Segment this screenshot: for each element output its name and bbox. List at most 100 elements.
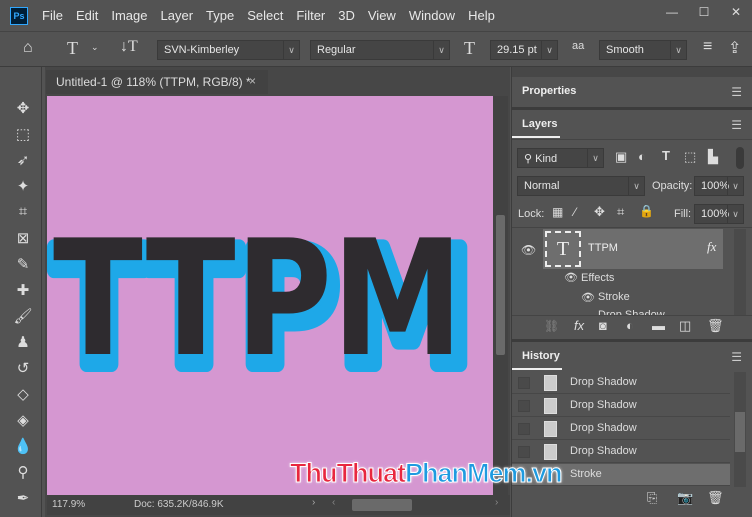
minimize-button[interactable]: — [656, 0, 688, 24]
properties-menu-icon[interactable]: ☰ [731, 85, 742, 99]
home-icon[interactable]: ⌂ [23, 39, 33, 57]
marquee-tool-icon[interactable]: ⬚ [13, 125, 33, 145]
status-menu-arrow-icon[interactable]: › [312, 497, 315, 508]
move-tool-icon[interactable]: ✥ [13, 99, 33, 119]
layer-effects-badge[interactable]: fx [707, 239, 716, 255]
link-layers-icon[interactable]: ⛓ [544, 319, 559, 333]
font-family-select[interactable]: SVN-Kimberley ∨ [157, 40, 300, 60]
menu-help[interactable]: Help [468, 8, 495, 23]
delete-state-icon[interactable]: 🗑 [707, 490, 724, 506]
horizontal-scroll-thumb[interactable] [352, 499, 412, 511]
effects-eye-icon[interactable]: 👁 [564, 271, 578, 284]
tab-layers[interactable]: Layers [512, 110, 560, 138]
menu-image[interactable]: Image [111, 8, 147, 23]
lock-transparent-icon[interactable]: ▦ [552, 205, 563, 219]
document-tab[interactable]: Untitled-1 @ 118% (TTPM, RGB/8) * × [46, 70, 268, 94]
history-item[interactable]: Drop Shadow [512, 372, 730, 394]
filter-adjustment-icon[interactable]: ◐ [638, 149, 646, 164]
new-group-icon[interactable]: ▬ [652, 318, 665, 333]
history-item[interactable]: Drop Shadow [512, 395, 730, 417]
frame-tool-icon[interactable]: ⊠ [13, 229, 33, 249]
paint-bucket-tool-icon[interactable]: ◈ [13, 411, 33, 431]
filter-type-icon[interactable]: T [662, 148, 670, 163]
history-source-checkbox[interactable] [518, 446, 530, 458]
close-button[interactable]: ✕ [720, 0, 752, 24]
menu-view[interactable]: View [368, 8, 396, 23]
blend-mode-select[interactable]: Normal ∨ [517, 176, 645, 196]
history-brush-tool-icon[interactable]: ↺ [13, 359, 33, 379]
history-source-checkbox[interactable] [518, 400, 530, 412]
add-style-icon[interactable]: fx [574, 318, 584, 333]
layer-row-ttpm[interactable]: T TTPM fx [543, 229, 723, 269]
menu-select[interactable]: Select [247, 8, 283, 23]
new-snapshot-icon[interactable]: 📷 [677, 490, 693, 506]
history-item[interactable]: Drop Shadow [512, 418, 730, 440]
chevron-down-icon[interactable]: ⌄ [91, 42, 99, 53]
tab-history[interactable]: History [512, 342, 562, 370]
effects-label: Effects [581, 272, 615, 284]
history-source-checkbox[interactable] [518, 423, 530, 435]
add-mask-icon[interactable]: ◙ [599, 318, 607, 333]
pen-tool-icon[interactable]: ✒ [13, 489, 33, 509]
visibility-eye-icon[interactable]: 👁 [521, 243, 536, 257]
layer-filter-select[interactable]: ⚲ Kind ∨ [517, 148, 604, 168]
stroke-eye-icon[interactable]: 👁 [581, 291, 595, 304]
tab-properties[interactable]: Properties [512, 77, 578, 105]
clone-stamp-tool-icon[interactable]: ♟ [13, 333, 33, 353]
filter-smart-object-icon[interactable]: ▙ [708, 149, 718, 165]
window-controls: — ☐ ✕ [656, 0, 752, 24]
crop-tool-icon[interactable]: ⌗ [13, 203, 33, 223]
fill-input[interactable]: 100% ∨ [694, 204, 744, 224]
healing-brush-tool-icon[interactable]: ✚ [13, 281, 33, 301]
blur-tool-icon[interactable]: 💧 [13, 437, 33, 457]
filter-shape-icon[interactable]: ⬚ [684, 149, 696, 165]
eyedropper-tool-icon[interactable]: ✎ [13, 255, 33, 275]
filter-pixel-icon[interactable]: ▣ [615, 149, 627, 165]
layers-scrollbar[interactable] [734, 229, 746, 315]
document-tab-title: Untitled-1 @ 118% (TTPM, RGB/8) * [56, 75, 251, 89]
text-orientation-icon[interactable]: ↓T [120, 38, 138, 56]
eraser-tool-icon[interactable]: ◇ [13, 385, 33, 405]
history-scrollbar[interactable] [734, 372, 746, 487]
delete-layer-icon[interactable]: 🗑 [707, 318, 724, 334]
lasso-tool-icon[interactable]: ➶ [13, 151, 33, 171]
share-icon[interactable]: ⇪ [728, 38, 741, 58]
lock-all-icon[interactable]: 🔒 [639, 204, 654, 218]
magic-wand-tool-icon[interactable]: ✦ [13, 177, 33, 197]
canvas[interactable]: TTPM TTPM [47, 96, 493, 495]
menu-file[interactable]: File [42, 8, 63, 23]
vertical-scroll-thumb[interactable] [496, 215, 505, 355]
history-state-icon [544, 398, 557, 414]
scroll-right-icon[interactable]: › [495, 497, 498, 508]
scroll-left-icon[interactable]: ‹ [332, 497, 335, 508]
lock-position-icon[interactable]: ✥ [594, 204, 605, 220]
brush-tool-icon[interactable]: 🖌 [13, 307, 33, 327]
new-layer-icon[interactable]: ◫ [679, 318, 691, 334]
history-menu-icon[interactable]: ☰ [731, 350, 742, 364]
filter-toggle[interactable] [736, 147, 744, 169]
menu-type[interactable]: Type [206, 8, 234, 23]
new-document-from-state-icon[interactable]: ⎘ [647, 490, 657, 506]
menu-3d[interactable]: 3D [338, 8, 355, 23]
font-family-value: SVN-Kimberley [164, 44, 240, 56]
antialias-select[interactable]: Smooth ∨ [599, 40, 687, 60]
menu-filter[interactable]: Filter [296, 8, 325, 23]
font-size-input[interactable]: 29.15 pt ∨ [490, 40, 558, 60]
opacity-input[interactable]: 100% ∨ [694, 176, 744, 196]
close-tab-icon[interactable]: × [249, 74, 256, 88]
menu-edit[interactable]: Edit [76, 8, 98, 23]
align-left-icon[interactable]: ≡ [703, 38, 712, 56]
maximize-button[interactable]: ☐ [688, 0, 720, 24]
menu-layer[interactable]: Layer [161, 8, 194, 23]
history-source-checkbox[interactable] [518, 377, 530, 389]
adjustment-layer-icon[interactable]: ◐ [626, 318, 634, 333]
menu-window[interactable]: Window [409, 8, 455, 23]
zoom-level[interactable]: 117.9% [52, 499, 85, 510]
stroke-effect-label: Stroke [598, 291, 630, 303]
layers-menu-icon[interactable]: ☰ [731, 118, 742, 132]
dodge-tool-icon[interactable]: ⚲ [13, 463, 33, 483]
lock-pixels-icon[interactable]: ⁄ [574, 205, 576, 219]
lock-artboard-icon[interactable]: ⌗ [617, 204, 624, 220]
type-tool-preset-icon[interactable]: T [67, 38, 78, 59]
font-style-select[interactable]: Regular ∨ [310, 40, 450, 60]
